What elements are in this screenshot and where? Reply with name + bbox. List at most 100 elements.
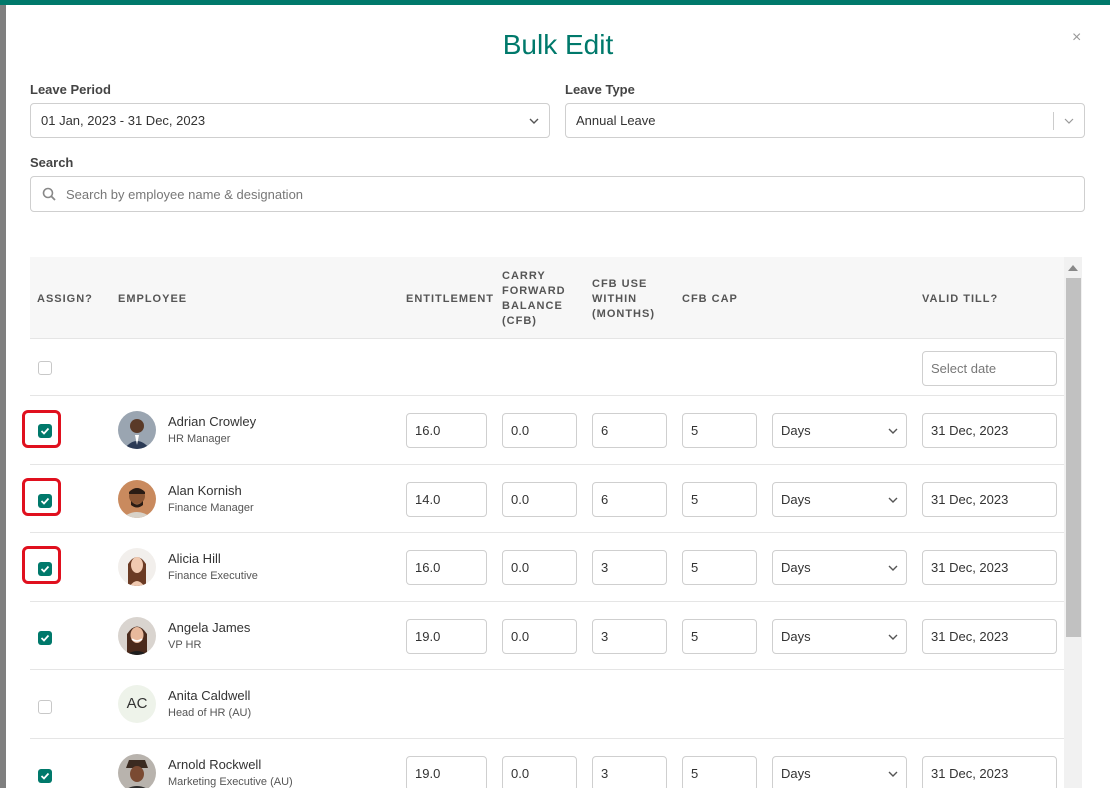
cfb-cap-input[interactable]: 5 xyxy=(682,550,757,585)
cfb-cap-input[interactable]: 5 xyxy=(682,756,757,788)
avatar xyxy=(118,411,156,449)
avatar xyxy=(118,480,156,518)
avatar xyxy=(118,617,156,655)
avatar xyxy=(118,548,156,586)
valid-till-input[interactable]: 31 Dec, 2023 xyxy=(922,413,1057,448)
cfb-months-input[interactable]: 3 xyxy=(592,619,667,654)
header-cfb: CARRY FORWARD BALANCE (CFB) xyxy=(502,269,566,329)
cfb-months-input[interactable]: 6 xyxy=(592,413,667,448)
entitlement-input[interactable]: 14.0 xyxy=(406,482,487,517)
table-row: Arnold Rockwell Marketing Executive (AU)… xyxy=(30,739,1064,788)
table-row: Adrian Crowley HR Manager 16.0 0.0 6 5 D… xyxy=(30,396,1064,465)
employee-title: Head of HR (AU) xyxy=(168,707,252,719)
entitlement-input[interactable]: 16.0 xyxy=(406,413,487,448)
cfb-months-input[interactable]: 3 xyxy=(592,550,667,585)
valid-till-input[interactable]: 31 Dec, 2023 xyxy=(922,482,1057,517)
leave-type-value: Annual Leave xyxy=(576,113,656,128)
cfb-cap-input[interactable]: 5 xyxy=(682,619,757,654)
chevron-down-icon xyxy=(888,634,898,640)
cap-unit-select[interactable]: Days xyxy=(772,619,907,654)
chevron-down-icon xyxy=(529,118,539,124)
header-cfb-line2: FORWARD xyxy=(502,285,566,297)
assign-checkbox[interactable] xyxy=(38,769,52,783)
search-input[interactable] xyxy=(66,186,966,202)
valid-till-input[interactable]: 31 Dec, 2023 xyxy=(922,550,1057,585)
assign-checkbox[interactable] xyxy=(38,700,52,714)
leave-period-label: Leave Period xyxy=(30,82,111,97)
entitlement-input[interactable]: 16.0 xyxy=(406,550,487,585)
cap-unit-select[interactable]: Days xyxy=(772,550,907,585)
search-label: Search xyxy=(30,155,74,170)
cfb-input[interactable]: 0.0 xyxy=(502,756,577,788)
chevron-down-icon xyxy=(888,771,898,777)
avatar: AC xyxy=(118,685,156,723)
cap-unit-select[interactable]: Days xyxy=(772,482,907,517)
chevron-down-icon xyxy=(888,565,898,571)
cfb-input[interactable]: 0.0 xyxy=(502,413,577,448)
close-icon[interactable]: × xyxy=(1072,29,1081,47)
employee-title: VP HR xyxy=(168,639,202,651)
leave-type-select[interactable]: Annual Leave xyxy=(565,103,1085,138)
cap-unit-value: Days xyxy=(781,423,811,438)
select-separator xyxy=(1053,111,1054,130)
valid-till-input[interactable]: 31 Dec, 2023 xyxy=(922,756,1057,788)
header-use-line1: CFB USE xyxy=(592,278,648,290)
highlight-box xyxy=(22,546,61,584)
header-cfb-line1: CARRY xyxy=(502,270,546,282)
employee-name: Adrian Crowley xyxy=(168,414,257,429)
leave-period-select[interactable]: 01 Jan, 2023 - 31 Dec, 2023 xyxy=(30,103,550,138)
table-row: Alan Kornish Finance Manager 14.0 0.0 6 … xyxy=(30,465,1064,533)
search-icon xyxy=(42,187,56,201)
bulk-edit-modal: Bulk Edit × Leave Period 01 Jan, 2023 - … xyxy=(6,5,1110,788)
employee-title: Finance Executive xyxy=(168,570,258,582)
cap-unit-value: Days xyxy=(781,560,811,575)
date-placeholder: Select date xyxy=(931,361,997,376)
cfb-cap-input[interactable]: 5 xyxy=(682,413,757,448)
employee-name: Alan Kornish xyxy=(168,483,242,498)
entitlement-input[interactable]: 19.0 xyxy=(406,756,487,788)
entitlement-input[interactable]: 19.0 xyxy=(406,619,487,654)
employee-name: Angela James xyxy=(168,620,251,635)
header-cfb-cap: CFB CAP xyxy=(682,293,738,305)
header-use-line3: (MONTHS) xyxy=(592,308,655,320)
employee-name: Arnold Rockwell xyxy=(168,757,262,772)
table-row: Angela James VP HR 19.0 0.0 3 5 Days 31 … xyxy=(30,602,1064,670)
select-all-checkbox[interactable] xyxy=(38,361,52,375)
cfb-input[interactable]: 0.0 xyxy=(502,482,577,517)
cfb-months-input[interactable]: 3 xyxy=(592,756,667,788)
scroll-up-arrow-icon[interactable] xyxy=(1068,265,1078,271)
cfb-input[interactable]: 0.0 xyxy=(502,619,577,654)
scrollbar-thumb[interactable] xyxy=(1066,278,1081,637)
assign-checkbox[interactable] xyxy=(38,631,52,645)
employee-title: Finance Manager xyxy=(168,502,254,514)
table-row: Alicia Hill Finance Executive 16.0 0.0 3… xyxy=(30,533,1064,602)
cap-unit-select[interactable]: Days xyxy=(772,413,907,448)
chevron-down-icon xyxy=(888,428,898,434)
select-all-row: Select date xyxy=(30,340,1064,396)
chevron-down-icon xyxy=(888,497,898,503)
search-field[interactable] xyxy=(30,176,1085,212)
valid-till-input[interactable]: 31 Dec, 2023 xyxy=(922,619,1057,654)
cap-unit-value: Days xyxy=(781,766,811,781)
header-employee: EMPLOYEE xyxy=(118,293,188,305)
highlight-box xyxy=(22,410,61,448)
table-scrollbar[interactable] xyxy=(1064,257,1082,788)
header-entitlement: ENTITLEMENT xyxy=(406,293,494,305)
cap-unit-select[interactable]: Days xyxy=(772,756,907,788)
avatar xyxy=(118,754,156,788)
header-valid-till: VALID TILL? xyxy=(922,293,999,305)
select-all-date-input[interactable]: Select date xyxy=(922,351,1057,386)
employee-name: Alicia Hill xyxy=(168,551,221,566)
header-use-line2: WITHIN xyxy=(592,293,638,305)
table-header: ASSIGN? EMPLOYEE ENTITLEMENT CARRY FORWA… xyxy=(30,257,1064,339)
header-cfb-line3: BALANCE xyxy=(502,300,563,312)
modal-title: Bulk Edit xyxy=(502,29,614,60)
table-row: AC Anita Caldwell Head of HR (AU) xyxy=(30,670,1064,739)
highlight-box xyxy=(22,478,61,516)
cfb-months-input[interactable]: 6 xyxy=(592,482,667,517)
header-cfb-line4: (CFB) xyxy=(502,315,537,327)
cfb-input[interactable]: 0.0 xyxy=(502,550,577,585)
cfb-cap-input[interactable]: 5 xyxy=(682,482,757,517)
chevron-down-icon xyxy=(1064,118,1074,124)
employee-title: HR Manager xyxy=(168,433,231,445)
